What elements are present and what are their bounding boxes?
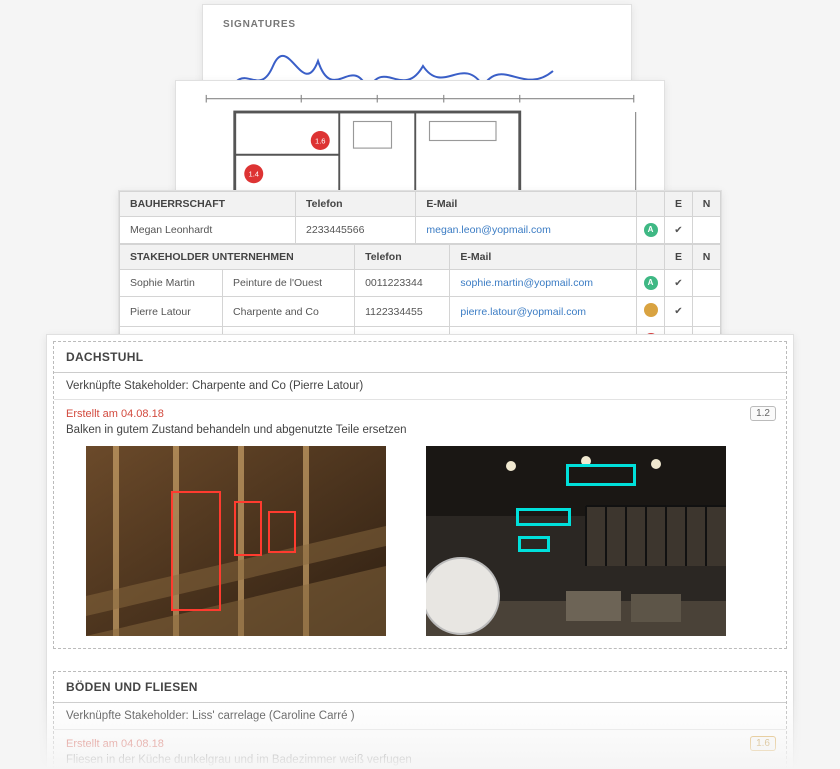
- item-badge: 1.6: [750, 736, 776, 751]
- annotation-rect-icon: [518, 536, 550, 552]
- table-row: Megan Leonhardt 2233445566 megan.leon@yo…: [120, 217, 721, 244]
- svg-text:1.6: 1.6: [315, 136, 326, 145]
- section-body: 1.6 Erstellt am 04.08.18 Fliesen in der …: [54, 730, 786, 769]
- col-n: N: [693, 245, 721, 270]
- photo-wood-beams: [86, 446, 386, 636]
- cell-name: Pierre Latour: [120, 297, 223, 327]
- col-n: N: [693, 192, 721, 217]
- item-desc: Fliesen in der Küche dunkelgrau und im B…: [66, 754, 774, 766]
- col-phone: Telefon: [355, 245, 450, 270]
- email-link[interactable]: megan.leon@yopmail.com: [426, 224, 550, 236]
- annotation-rect-icon: [268, 511, 296, 553]
- bauherr-title: BAUHERRSCHAFT: [120, 192, 296, 217]
- cell-e: ✔: [665, 297, 693, 327]
- cell-e: ✔: [665, 217, 693, 244]
- section-body: 1.2 Erstellt am 04.08.18 Balken in gutem…: [54, 400, 786, 648]
- table-row: Pierre Latour Charpente and Co 112233445…: [120, 297, 721, 327]
- created-label: Erstellt am 04.08.18: [66, 738, 774, 750]
- cell-name: Sophie Martin: [120, 270, 223, 297]
- status-badge: [644, 303, 658, 317]
- item-desc: Balken in gutem Zustand behandeln und ab…: [66, 424, 774, 436]
- col-e: E: [665, 245, 693, 270]
- col-e: E: [665, 192, 693, 217]
- section-stakeholder: Verknüpfte Stakeholder: Charpente and Co…: [54, 373, 786, 400]
- cell-n: [693, 297, 721, 327]
- cell-name: Megan Leonhardt: [120, 217, 296, 244]
- email-link[interactable]: sophie.martin@yopmail.com: [460, 277, 593, 289]
- cell-n: [693, 270, 721, 297]
- annotation-rect-icon: [566, 464, 636, 486]
- annotation-rect-icon: [234, 501, 262, 556]
- bauherr-table: BAUHERRSCHAFT Telefon E-Mail E N Megan L…: [119, 191, 721, 244]
- svg-text:1.4: 1.4: [248, 170, 259, 179]
- stake-title: STAKEHOLDER UNTERNEHMEN: [120, 245, 355, 270]
- item-badge: 1.2: [750, 406, 776, 421]
- table-row: Sophie Martin Peinture de l'Ouest 001122…: [120, 270, 721, 297]
- section-title: BÖDEN UND FLIESEN: [54, 672, 786, 703]
- status-badge: A: [644, 276, 658, 290]
- col-email: E-Mail: [450, 245, 637, 270]
- cell-company: Charpente and Co: [223, 297, 355, 327]
- report-card: DACHSTUHL Verknüpfte Stakeholder: Charpe…: [46, 334, 794, 769]
- cell-phone: 1122334455: [355, 297, 450, 327]
- annotation-rect-icon: [516, 508, 571, 526]
- stakeholder-tables-card: BAUHERRSCHAFT Telefon E-Mail E N Megan L…: [118, 190, 722, 358]
- section-stakeholder: Verknüpfte Stakeholder: Liss' carrelage …: [54, 703, 786, 730]
- status-badge: A: [644, 223, 658, 237]
- cell-email: megan.leon@yopmail.com: [416, 217, 637, 244]
- section-title: DACHSTUHL: [54, 342, 786, 373]
- created-label: Erstellt am 04.08.18: [66, 408, 774, 420]
- email-link[interactable]: pierre.latour@yopmail.com: [460, 306, 586, 318]
- cell-n: [693, 217, 721, 244]
- col-email: E-Mail: [416, 192, 637, 217]
- signatures-title: SIGNATURES: [223, 19, 611, 30]
- annotation-rect-icon: [171, 491, 221, 611]
- photo-loft-interior: [426, 446, 726, 636]
- cell-phone: 0011223344: [355, 270, 450, 297]
- col-phone: Telefon: [296, 192, 416, 217]
- cell-e: ✔: [665, 270, 693, 297]
- cell-phone: 2233445566: [296, 217, 416, 244]
- cell-company: Peinture de l'Ouest: [223, 270, 355, 297]
